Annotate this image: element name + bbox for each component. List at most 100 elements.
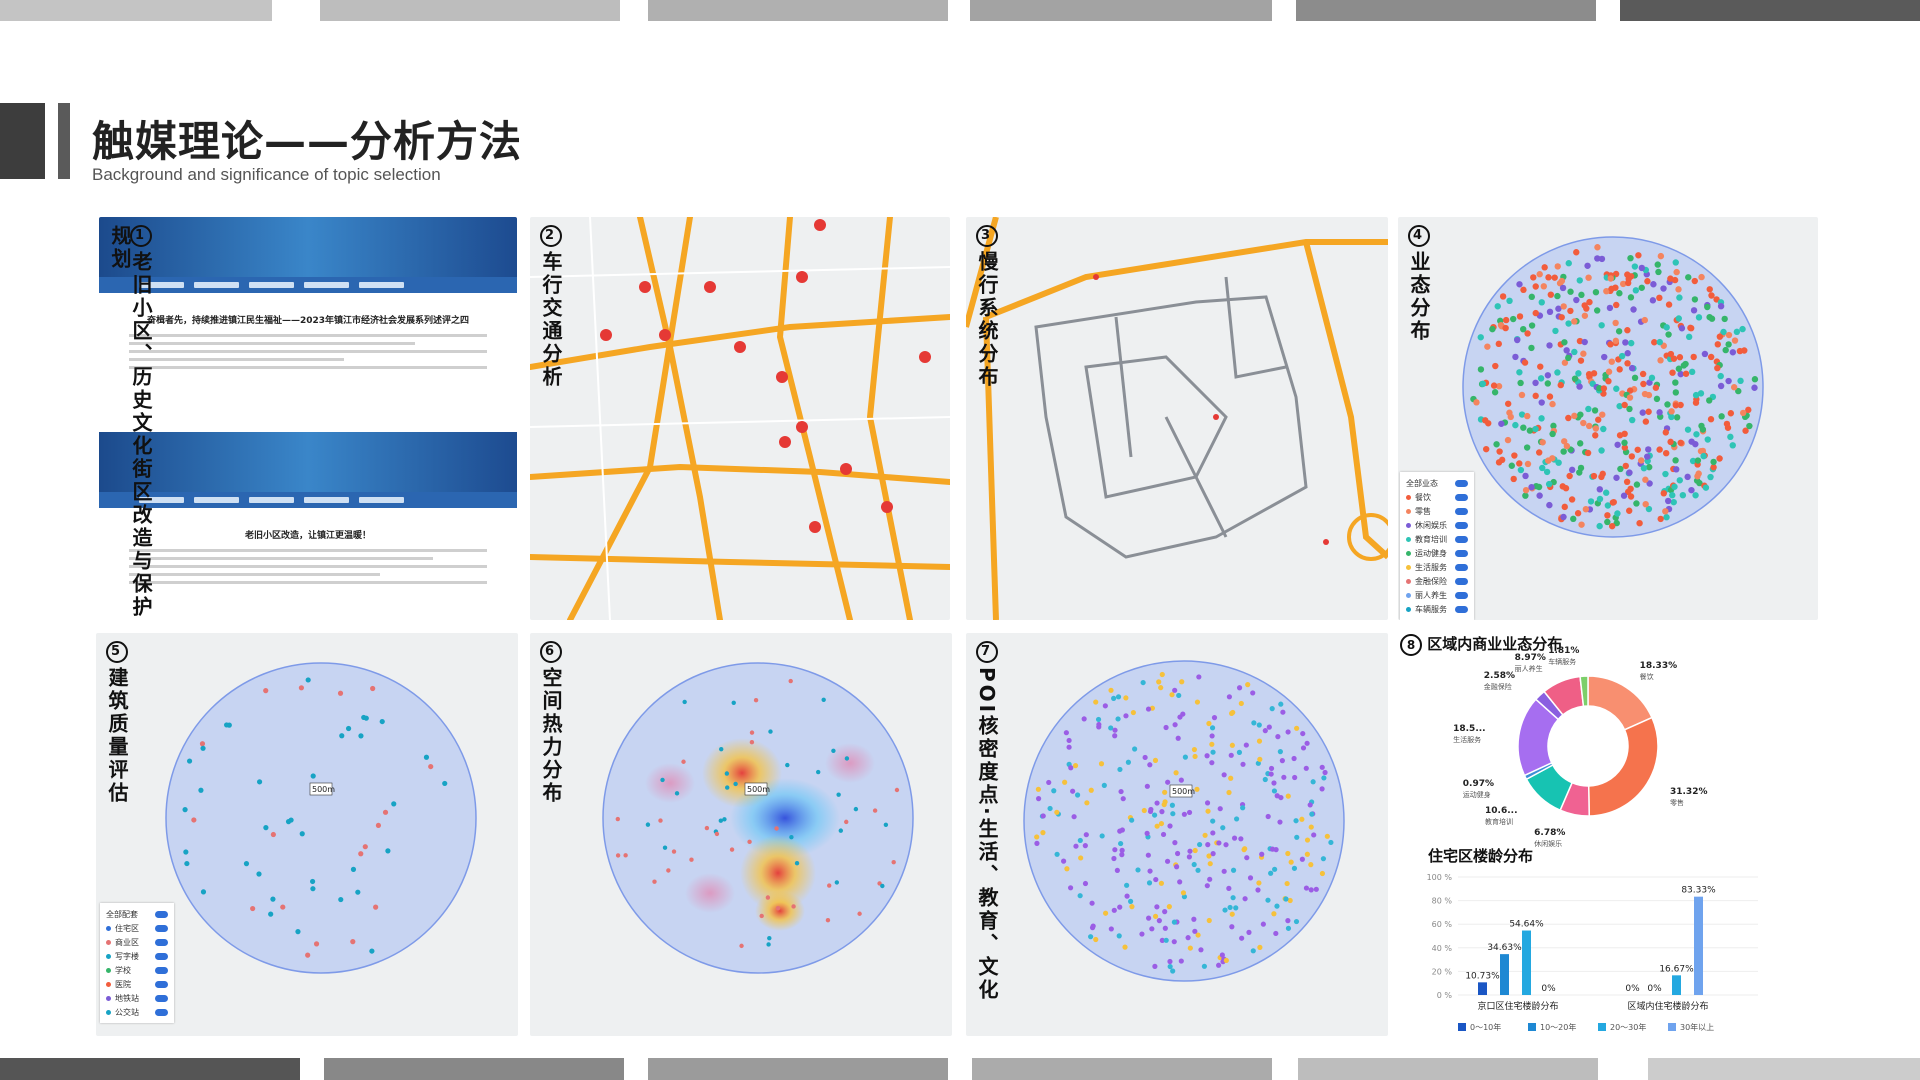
map-poi-dot [1570, 515, 1577, 523]
map-poi-dot [1725, 341, 1732, 348]
legend-item[interactable]: 休闲娱乐 [1406, 518, 1468, 532]
map-poi-dot [1657, 515, 1664, 523]
toggle-switch[interactable] [1455, 605, 1468, 613]
map-poi-dot [1116, 933, 1122, 939]
map-poi-dot [719, 746, 724, 752]
map-poi-dot [338, 896, 344, 903]
map-poi-dot [1124, 893, 1130, 899]
toggle-switch[interactable] [155, 980, 168, 988]
map-poi-dot [1522, 472, 1529, 480]
map-poi-dot [1518, 391, 1526, 399]
panel-label: 5 建筑质量评估 [105, 641, 129, 805]
toggle-switch[interactable] [1455, 507, 1468, 515]
panel-label-text: 业态分布 [1407, 251, 1431, 343]
map-poi-dot [1725, 377, 1732, 385]
map-poi-dot [1590, 370, 1598, 377]
map-poi-dot [299, 831, 305, 837]
legend-item[interactable]: 地铁站 [106, 991, 168, 1005]
legend-dot [1406, 578, 1411, 584]
map-poi-dot [1627, 273, 1635, 280]
legend-item[interactable]: 运动健身 [1406, 546, 1468, 560]
map-poi-dot [1619, 352, 1626, 360]
title-accent-line [58, 103, 70, 179]
legend-item[interactable]: 全部配套 [106, 907, 168, 921]
panel-number: 4 [1408, 225, 1430, 247]
map-poi-dot [1631, 263, 1639, 270]
legend-item[interactable]: 教育培训 [1406, 532, 1468, 546]
map-poi-dot [1265, 897, 1271, 903]
map-poi-dot [1592, 432, 1599, 439]
toggle-switch[interactable] [155, 910, 168, 918]
legend-item[interactable]: 医院 [106, 977, 168, 991]
map-poi-dot [1145, 706, 1152, 712]
map-poi-dot [1614, 510, 1621, 517]
map-poi-dot [1172, 687, 1178, 693]
legend-item[interactable]: 丽人养生 [1406, 588, 1468, 602]
toggle-switch[interactable] [1455, 563, 1468, 571]
toggle-switch[interactable] [155, 938, 168, 946]
map-poi-dot [1206, 917, 1212, 924]
toggle-switch[interactable] [155, 1008, 168, 1016]
map-poi-dot [1197, 841, 1203, 848]
legend-label: 0～10年 [1470, 1022, 1501, 1032]
toggle-switch[interactable] [1455, 577, 1468, 585]
map-poi-dot [1560, 303, 1567, 310]
map-poi-dot [1153, 876, 1159, 883]
map-poi-dot [1205, 808, 1211, 814]
map-poi-dot [1158, 820, 1165, 827]
map-poi-dot [615, 816, 621, 822]
legend-label: 运动健身 [1415, 548, 1447, 558]
legend-item[interactable]: 餐饮 [1406, 490, 1468, 504]
legend-item[interactable]: 公交站 [106, 1005, 168, 1019]
legend-dot [1406, 522, 1411, 528]
map-poi-dot [1599, 411, 1606, 418]
map-poi-dot [1684, 473, 1691, 481]
toggle-switch[interactable] [155, 994, 168, 1002]
toggle-switch[interactable] [1455, 521, 1468, 529]
legend-item[interactable]: 金融保险 [1406, 574, 1468, 588]
legend-item[interactable]: 写字楼 [106, 949, 168, 963]
legend-item[interactable]: 商业区 [106, 935, 168, 949]
legend-item[interactable]: 车辆服务 [1406, 602, 1468, 616]
map-poi-dot [1559, 483, 1566, 490]
map-poi-dot [1072, 763, 1079, 769]
toggle-switch[interactable] [1455, 479, 1468, 487]
toggle-switch[interactable] [1455, 535, 1468, 543]
legend-item[interactable]: 零售 [1406, 504, 1468, 518]
map-poi-dot [1554, 292, 1561, 300]
map-poi-dot [1639, 409, 1646, 416]
map-poi-dot [1544, 380, 1552, 387]
legend-item[interactable]: 生活服务 [1406, 560, 1468, 574]
map-poi-dot [1236, 749, 1243, 755]
map-poi-dot [1700, 452, 1707, 460]
legend-item[interactable]: 全部业态 [1406, 476, 1468, 490]
map-poi-dot [1634, 446, 1641, 453]
map-poi-dot [339, 733, 345, 739]
map-poi-dot [1172, 722, 1178, 728]
map-poi-dot [1594, 255, 1601, 262]
toggle-switch[interactable] [155, 952, 168, 960]
map-poi-dot [1710, 458, 1717, 466]
map-poi-dot [1473, 399, 1480, 406]
map-poi-dot [1035, 796, 1042, 802]
map-poi-dot [1717, 302, 1725, 310]
map-poi-dot [733, 781, 738, 787]
business-legend[interactable]: 全部业态 餐饮 零售 休闲娱乐 教育培训运动健身生活服务 金融保险 丽人养生 车辆服务 [1400, 472, 1474, 620]
legend-item[interactable]: 学校 [106, 963, 168, 977]
toggle-switch[interactable] [155, 924, 168, 932]
toggle-switch[interactable] [155, 966, 168, 974]
map-poi-dot [1640, 464, 1648, 472]
map-poi-dot [1624, 350, 1631, 357]
facility-legend[interactable]: 全部配套 住宅区 商业区 写字楼 学校 医院 地铁站 公交站 [100, 903, 174, 1023]
legend-item[interactable]: 住宅区 [106, 921, 168, 935]
title-accent-block [0, 103, 45, 179]
map-poi-dot [1622, 339, 1629, 346]
bar-value-label: 34.63% [1487, 943, 1522, 953]
map-poi-dot [256, 871, 262, 877]
toggle-switch[interactable] [1455, 591, 1468, 599]
toggle-switch[interactable] [1455, 549, 1468, 557]
map-poi-dot [1576, 383, 1583, 390]
map-poi-dot [1227, 904, 1233, 911]
toggle-switch[interactable] [1455, 493, 1468, 501]
map-poi-dot [1269, 706, 1275, 712]
